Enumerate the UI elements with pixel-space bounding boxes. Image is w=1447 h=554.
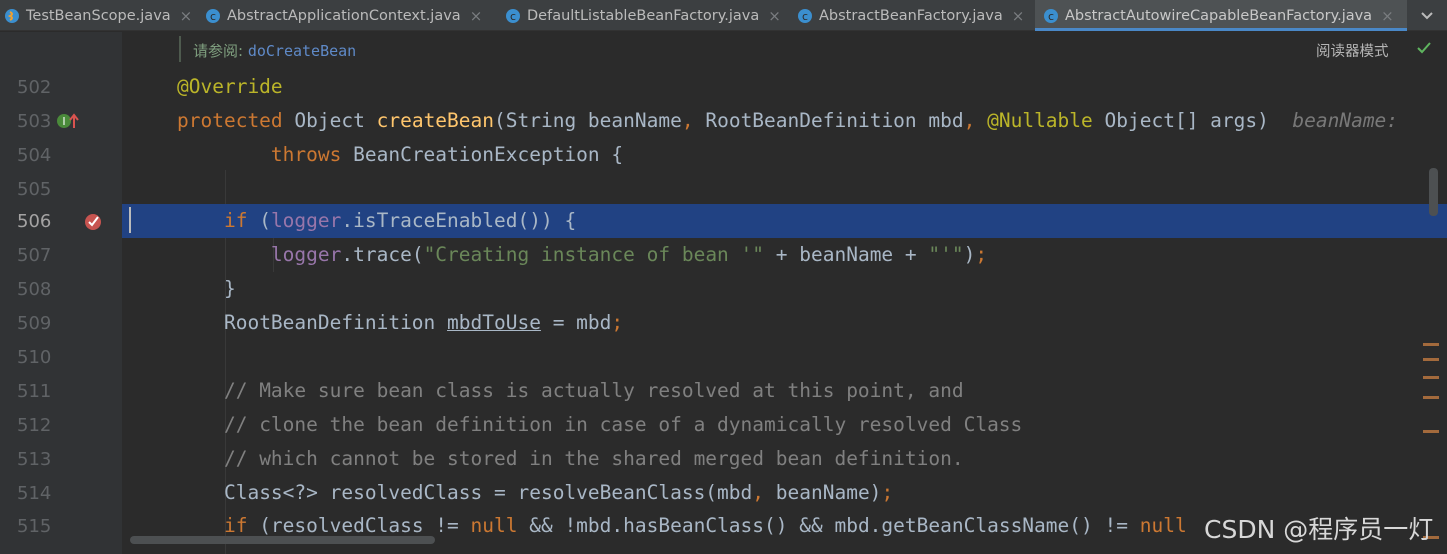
code-line[interactable]: 503 I protected Object createBean(String… — [0, 104, 1447, 138]
error-stripe-marker[interactable] — [1423, 343, 1439, 346]
svg-text:c: c — [210, 10, 216, 23]
svg-text:c: c — [802, 10, 808, 23]
line-number: 503 — [17, 111, 52, 132]
code-line[interactable]: 511 // Make sure bean class is actually … — [0, 374, 1447, 408]
tab-abstractbeanfactory[interactable]: c AbstractBeanFactory.java × — [797, 0, 1032, 31]
doc-hint: 请参阅: doCreateBean — [193, 40, 356, 61]
line-number: 515 — [17, 516, 52, 537]
class-icon: c — [798, 8, 812, 23]
check-icon[interactable] — [1416, 40, 1432, 56]
svg-text:c: c — [510, 10, 516, 23]
tab-label: AbstractBeanFactory.java — [819, 7, 1003, 24]
line-number: 508 — [17, 279, 52, 300]
tab-abstractapplicationcontext[interactable]: c AbstractApplicationContext.java × — [205, 0, 497, 31]
code-line-current[interactable]: 506 if (logger.isTraceEnabled()) { — [0, 204, 1447, 238]
code-line[interactable]: 510 — [0, 340, 1447, 374]
line-number: 513 — [17, 449, 52, 470]
code-text: if (resolvedClass != null && !mbd.hasBea… — [223, 514, 1187, 537]
svg-text:I: I — [62, 115, 65, 128]
horizontal-scrollbar[interactable] — [130, 536, 435, 544]
tab-label: TestBeanScope.java — [26, 7, 171, 24]
line-number: 509 — [17, 313, 52, 334]
editor-tab-bar: TestBeanScope.java × c AbstractApplicati… — [0, 0, 1447, 31]
code-text: @Override — [177, 75, 283, 98]
code-text: protected Object createBean(String beanN… — [177, 109, 1399, 132]
code-text: Class<?> resolvedClass = resolveBeanClas… — [223, 481, 894, 504]
close-icon[interactable]: × — [1012, 7, 1025, 25]
close-icon[interactable]: × — [470, 7, 483, 25]
line-number: 502 — [17, 77, 52, 98]
code-line[interactable]: 513 // which cannot be stored in the sha… — [0, 442, 1447, 476]
error-stripe-marker[interactable] — [1423, 430, 1439, 433]
line-number: 511 — [17, 381, 52, 402]
code-text: // which cannot be stored in the shared … — [223, 447, 964, 470]
code-text: // clone the bean definition in case of … — [223, 413, 1023, 436]
code-line[interactable]: 508 } — [0, 272, 1447, 306]
parameter-hint: beanName: — [1292, 109, 1399, 132]
line-number: 506 — [17, 211, 52, 232]
text-caret — [129, 207, 131, 233]
line-number: 504 — [17, 145, 52, 166]
line-number: 512 — [17, 415, 52, 436]
hint-border — [179, 36, 181, 62]
tab-label: AbstractAutowireCapableBeanFactory.java — [1065, 7, 1373, 24]
doc-hint-prefix: 请参阅: — [193, 42, 248, 60]
abstract-class-icon: c — [1044, 8, 1058, 23]
code-line[interactable]: 505 — [0, 172, 1447, 206]
close-icon[interactable]: × — [768, 7, 781, 25]
error-stripe-marker[interactable] — [1423, 376, 1439, 379]
reader-mode-button[interactable]: 阅读器模式 — [1316, 40, 1389, 61]
code-text: logger.trace("Creating instance of bean … — [270, 243, 988, 266]
line-number: 505 — [17, 179, 52, 200]
code-line[interactable]: 502 @Override — [0, 70, 1447, 104]
svg-text:c: c — [1048, 10, 1054, 23]
tab-abstractautowirecapablebeanfactory[interactable]: c AbstractAutowireCapableBeanFactory.jav… — [1035, 0, 1407, 31]
class-icon: c — [206, 8, 220, 23]
chevron-down-icon — [1421, 11, 1433, 19]
line-number: 514 — [17, 483, 52, 504]
code-line[interactable]: 512 // clone the bean definition in case… — [0, 408, 1447, 442]
vertical-scrollbar[interactable] — [1429, 168, 1438, 216]
code-line[interactable]: 509 RootBeanDefinition mbdToUse = mbd; — [0, 306, 1447, 340]
java-class-icon — [5, 8, 19, 23]
tab-label: AbstractApplicationContext.java — [227, 7, 461, 24]
code-text: // Make sure bean class is actually reso… — [223, 379, 964, 402]
code-text: throws BeanCreationException { — [270, 143, 624, 166]
watermark: CSDN @程序员一灯 — [1204, 515, 1434, 544]
breakpoint-icon[interactable] — [82, 211, 104, 231]
error-stripe-marker[interactable] — [1423, 396, 1439, 399]
code-text: } — [223, 277, 236, 300]
line-number: 510 — [17, 347, 52, 368]
close-icon[interactable]: × — [1381, 7, 1394, 25]
tab-label: DefaultListableBeanFactory.java — [527, 7, 760, 24]
code-line[interactable]: 504 throws BeanCreationException { — [0, 138, 1447, 172]
close-icon[interactable]: × — [180, 7, 193, 25]
doc-hint-link[interactable]: doCreateBean — [248, 42, 356, 60]
tab-defaultlistablebeanfactory[interactable]: c DefaultListableBeanFactory.java × — [505, 0, 790, 31]
tab-list-menu-button[interactable] — [1407, 0, 1447, 31]
code-line[interactable]: 507 logger.trace("Creating instance of b… — [0, 238, 1447, 272]
error-stripe-marker[interactable] — [1423, 358, 1439, 361]
implements-override-icon[interactable]: I — [56, 112, 80, 130]
tab-testbeanscope[interactable]: TestBeanScope.java × — [0, 0, 197, 31]
code-line[interactable]: 514 Class<?> resolvedClass = resolveBean… — [0, 476, 1447, 510]
code-text: RootBeanDefinition mbdToUse = mbd; — [223, 311, 624, 334]
code-text: if (logger.isTraceEnabled()) { — [223, 209, 577, 232]
line-number: 507 — [17, 245, 52, 266]
class-icon: c — [506, 8, 520, 23]
